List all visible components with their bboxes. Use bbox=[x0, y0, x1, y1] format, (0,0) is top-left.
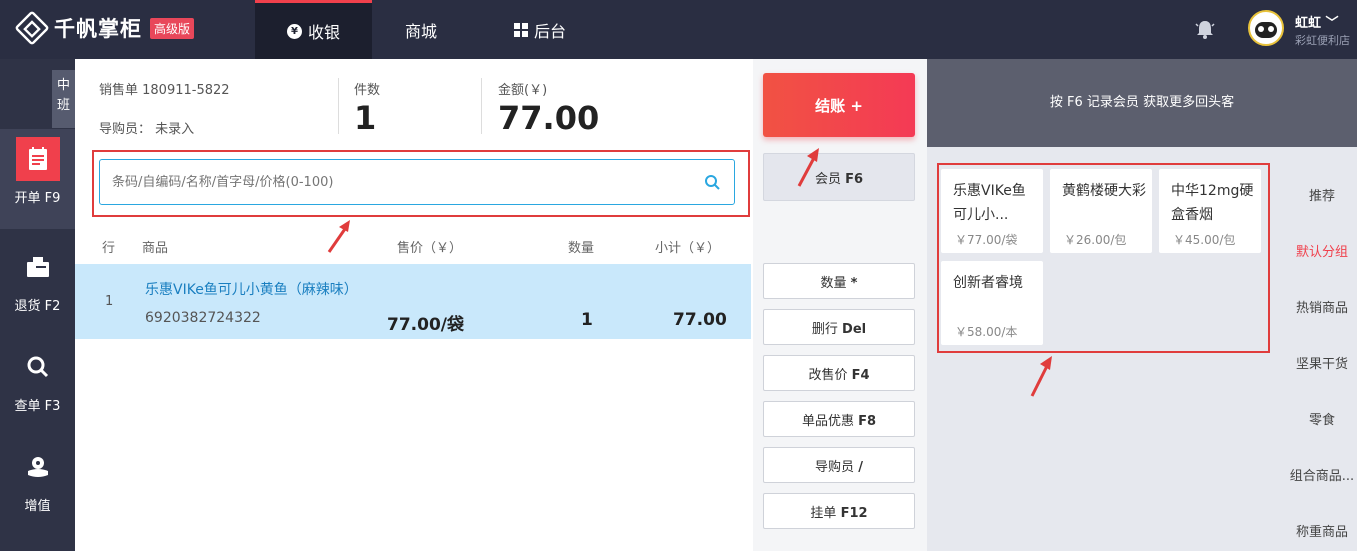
category-item[interactable]: 零食 bbox=[1282, 409, 1357, 428]
avatar[interactable] bbox=[1248, 10, 1284, 46]
table-row[interactable]: 1 乐惠VIKe鱼可儿小黄鱼（麻辣味） 6920382724322 77.00/… bbox=[75, 264, 751, 339]
action-panel: 结账 + 会员 F6 数量 * 删行 Del 改售价 F4 单品优惠 F8 导购… bbox=[753, 59, 927, 551]
table-header: 行 商品 售价（￥） 数量 小计（￥） bbox=[75, 237, 753, 263]
annotation-arrow-icon bbox=[797, 148, 819, 187]
user-name[interactable]: 虹虹 ﹀ bbox=[1295, 12, 1339, 31]
nav-tab-backend[interactable]: 后台 bbox=[470, 0, 610, 59]
sidebar-item-label: 增值 bbox=[24, 499, 51, 514]
quantity-button[interactable]: 数量 * bbox=[763, 263, 915, 299]
sale-number: 销售单 180911-5822 bbox=[99, 83, 230, 98]
top-bar: 千帆掌柜 高级版 ¥ 收银 商城 后台 虹虹 ﹀ 彩虹便利店 bbox=[0, 0, 1357, 59]
nav-tab-mall[interactable]: 商城 bbox=[372, 0, 470, 59]
receipt-icon bbox=[15, 137, 60, 181]
nav-tab-cashier[interactable]: ¥ 收银 bbox=[255, 0, 372, 59]
count-value: 1 bbox=[354, 99, 377, 137]
row-barcode: 6920382724322 bbox=[145, 310, 261, 326]
order-panel: 销售单 180911-5822 导购员： 未录入 件数 1 金额(￥) 77.0… bbox=[75, 59, 753, 551]
row-index: 1 bbox=[105, 294, 114, 309]
nav-tab-label: 商城 bbox=[404, 21, 437, 41]
search-icon bbox=[16, 345, 60, 389]
flower-icon bbox=[16, 445, 60, 489]
annotation-arrow-icon bbox=[327, 220, 350, 253]
shift-label: 中班 bbox=[52, 70, 75, 128]
guide-button[interactable]: 导购员 / bbox=[763, 447, 915, 483]
col-qty: 数量 bbox=[568, 241, 595, 256]
member-promo-banner: 按 F6 记录会员 获取更多回头客 bbox=[927, 59, 1357, 147]
category-item[interactable]: 热销商品 bbox=[1282, 297, 1357, 316]
chevron-down-icon: ﹀ bbox=[1325, 16, 1339, 31]
sidebar-item-query[interactable]: 查单 F3 bbox=[0, 337, 75, 437]
member-button[interactable]: 会员 F6 bbox=[763, 153, 915, 201]
hold-order-button[interactable]: 挂单 F12 bbox=[763, 493, 915, 529]
left-sidebar: 开单 F9 退货 F2 查单 F3 增值 bbox=[0, 59, 75, 551]
logo-icon bbox=[14, 10, 50, 46]
sidebar-item-new-order[interactable]: 开单 F9 bbox=[0, 129, 75, 229]
main-nav: ¥ 收银 商城 后台 bbox=[255, 0, 610, 59]
store-name: 彩虹便利店 bbox=[1295, 34, 1350, 47]
grid-icon bbox=[513, 22, 528, 37]
sidebar-item-label: 退货 F2 bbox=[14, 299, 61, 314]
category-item[interactable]: 推荐 bbox=[1282, 185, 1357, 204]
amount-value: 77.00 bbox=[498, 99, 600, 137]
category-item[interactable]: 默认分组 bbox=[1282, 241, 1357, 260]
amount-label: 金额(￥) bbox=[498, 83, 548, 98]
sidebar-item-return[interactable]: 退货 F2 bbox=[0, 237, 75, 337]
logo-text: 千帆掌柜 bbox=[54, 17, 142, 41]
annotation-arrow-icon bbox=[1030, 356, 1052, 397]
col-product: 商品 bbox=[142, 241, 169, 256]
category-list: 推荐 默认分组 热销商品 坚果干货 零食 组合商品... 称重商品 bbox=[1282, 147, 1357, 551]
count-label: 件数 bbox=[354, 83, 381, 98]
row-qty: 1 bbox=[581, 310, 593, 330]
edition-badge: 高级版 bbox=[150, 17, 195, 39]
bell-icon[interactable] bbox=[1194, 18, 1216, 40]
row-product-name[interactable]: 乐惠VIKe鱼可儿小黄鱼（麻辣味） bbox=[145, 279, 358, 299]
checkout-button[interactable]: 结账 + bbox=[763, 73, 915, 137]
row-price: 77.00/袋 bbox=[387, 315, 464, 335]
category-item[interactable]: 坚果干货 bbox=[1282, 353, 1357, 372]
item-discount-button[interactable]: 单品优惠 F8 bbox=[763, 401, 915, 437]
box-return-icon bbox=[16, 245, 60, 289]
sidebar-item-value-added[interactable]: 增值 bbox=[0, 437, 75, 537]
col-price: 售价（￥） bbox=[397, 241, 463, 256]
sidebar-item-label: 查单 F3 bbox=[14, 399, 61, 414]
nav-tab-label: 收银 bbox=[307, 23, 340, 42]
row-subtotal: 77.00 bbox=[673, 310, 727, 330]
app-logo: 千帆掌柜 高级版 bbox=[14, 10, 195, 46]
annotation-box bbox=[937, 163, 1270, 353]
col-subtotal: 小计（￥） bbox=[655, 241, 721, 256]
col-row: 行 bbox=[102, 241, 116, 256]
category-item[interactable]: 组合商品... bbox=[1282, 465, 1357, 484]
change-price-button[interactable]: 改售价 F4 bbox=[763, 355, 915, 391]
sidebar-item-label: 开单 F9 bbox=[14, 191, 61, 206]
annotation-box bbox=[92, 150, 750, 217]
category-item[interactable]: 称重商品 bbox=[1282, 521, 1357, 540]
delete-row-button[interactable]: 删行 Del bbox=[763, 309, 915, 345]
coin-icon: ¥ bbox=[286, 23, 302, 39]
nav-tab-label: 后台 bbox=[533, 21, 566, 41]
guide-status: 导购员： 未录入 bbox=[99, 122, 195, 137]
